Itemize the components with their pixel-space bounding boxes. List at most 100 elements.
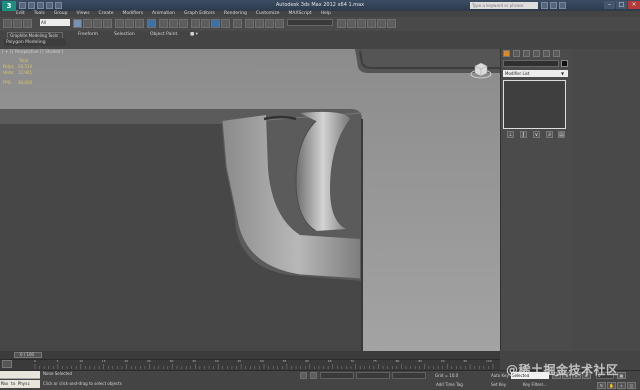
absolute-mode-icon[interactable] <box>310 372 317 379</box>
snaps-toggle-icon[interactable] <box>191 19 200 28</box>
align-icon[interactable] <box>255 19 264 28</box>
pivot-center-icon[interactable] <box>159 19 168 28</box>
maximize-viewport-icon[interactable]: ◱ <box>627 382 636 389</box>
mini-curve-editor-icon[interactable] <box>2 360 12 368</box>
create-tab-icon[interactable] <box>503 50 510 57</box>
z-coordinate-field[interactable] <box>392 372 426 379</box>
set-key-button[interactable]: Set Key <box>491 382 506 387</box>
app-logo-icon[interactable]: 3 <box>2 1 16 11</box>
pin-stack-icon[interactable]: ⊥ <box>507 131 514 138</box>
curve-editor-icon[interactable] <box>337 19 346 28</box>
ribbon-panel-polygon-modeling[interactable]: Polygon Modeling <box>4 39 66 46</box>
display-tab-icon[interactable] <box>543 50 550 57</box>
named-selection-set-dropdown[interactable] <box>287 19 333 26</box>
menu-edit[interactable]: Edit <box>16 10 25 17</box>
help-icon[interactable] <box>559 2 566 9</box>
new-file-icon[interactable] <box>19 2 26 9</box>
add-time-tag-button[interactable]: Add Time Tag <box>436 382 463 387</box>
viewport-label[interactable]: [ + ] [ Perspective ] [ Shaded ] <box>2 49 63 54</box>
remove-modifier-icon[interactable]: ∂ <box>546 131 553 138</box>
menu-graph-editors[interactable]: Graph Editors <box>184 10 215 17</box>
orbit-icon[interactable]: ↻ <box>597 382 606 389</box>
modify-tab-icon[interactable] <box>513 50 520 57</box>
lock-selection-icon[interactable] <box>300 372 307 379</box>
move-icon[interactable] <box>115 19 124 28</box>
zoom-icon[interactable]: ⌕ <box>617 382 626 389</box>
maxscript-mini-listener[interactable]: Max to Physc <box>0 380 40 388</box>
maximize-button[interactable]: □ <box>616 1 627 9</box>
render-production-icon[interactable] <box>387 19 396 28</box>
mirror-icon[interactable] <box>245 19 254 28</box>
track-tick-label: 80 <box>395 359 400 363</box>
percent-snap-icon[interactable] <box>211 19 220 28</box>
spinner-snap-icon[interactable] <box>221 19 230 28</box>
frame-counter: 0 / 100 <box>20 352 35 357</box>
open-file-icon[interactable] <box>28 2 35 9</box>
utilities-tab-icon[interactable] <box>553 50 560 57</box>
scale-icon[interactable] <box>135 19 144 28</box>
track-tick-label: 45 <box>237 359 242 363</box>
redo-icon[interactable] <box>55 2 62 9</box>
window-crossing-icon[interactable] <box>103 19 112 28</box>
menu-animation[interactable]: Animation <box>152 10 175 17</box>
configure-modifier-sets-icon[interactable]: ▤ <box>558 131 565 138</box>
menu-maxscript[interactable]: MAXScript <box>289 10 312 17</box>
make-unique-icon[interactable]: ∨ <box>533 131 540 138</box>
selection-filter-dropdown[interactable]: All <box>40 19 70 26</box>
edit-named-selection-icon[interactable] <box>233 19 242 28</box>
save-file-icon[interactable] <box>37 2 44 9</box>
viewcube-icon[interactable] <box>470 61 492 79</box>
menu-tools[interactable]: Tools <box>34 10 45 17</box>
unlink-icon[interactable] <box>13 19 22 28</box>
rotate-icon[interactable] <box>125 19 134 28</box>
perspective-viewport[interactable]: [ + ] [ Perspective ] [ Shaded ] Total P… <box>0 49 500 351</box>
rendered-frame-icon[interactable] <box>377 19 386 28</box>
menu-modifiers[interactable]: Modifiers <box>123 10 144 17</box>
tab-graphite-modeling-tools[interactable]: Graphite Modeling Tools <box>7 32 63 38</box>
keyboard-shortcut-icon[interactable] <box>179 19 188 28</box>
menu-rendering[interactable]: Rendering <box>224 10 247 17</box>
y-coordinate-field[interactable] <box>356 372 390 379</box>
tab-object-paint[interactable]: Object Paint <box>150 32 177 37</box>
material-editor-icon[interactable] <box>357 19 366 28</box>
hierarchy-tab-icon[interactable] <box>523 50 530 57</box>
key-filters-button[interactable]: Key Filters... <box>523 382 547 387</box>
x-coordinate-field[interactable] <box>320 372 354 379</box>
render-setup-icon[interactable] <box>367 19 376 28</box>
search-icon[interactable] <box>541 2 548 9</box>
close-button[interactable]: × <box>628 1 640 9</box>
tab-selection[interactable]: Selection <box>114 32 135 37</box>
motion-tab-icon[interactable] <box>533 50 540 57</box>
ribbon-options-icon[interactable]: ■ ▾ <box>190 32 198 37</box>
menu-customize[interactable]: Customize <box>256 10 280 17</box>
pan-icon[interactable]: ✋ <box>607 382 616 389</box>
select-manipulate-icon[interactable] <box>169 19 178 28</box>
menu-help[interactable]: Help <box>321 10 331 17</box>
show-end-result-icon[interactable]: ∥ <box>520 131 527 138</box>
reference-coordinate-icon[interactable] <box>147 19 156 28</box>
menu-create[interactable]: Create <box>99 10 114 17</box>
link-icon[interactable] <box>3 19 12 28</box>
layer-manager-icon[interactable] <box>265 19 274 28</box>
undo-icon[interactable] <box>46 2 53 9</box>
object-color-swatch[interactable] <box>561 60 568 67</box>
minimize-button[interactable]: – <box>604 1 615 9</box>
search-input[interactable]: Type a keyword or phrase <box>470 2 538 9</box>
menu-views[interactable]: Views <box>77 10 90 17</box>
object-name-field[interactable] <box>503 60 559 67</box>
chevron-down-icon: ▼ <box>561 71 565 76</box>
time-slider[interactable] <box>0 351 500 359</box>
bind-space-warp-icon[interactable] <box>23 19 32 28</box>
modifier-stack[interactable] <box>503 80 566 129</box>
schematic-view-icon[interactable] <box>347 19 356 28</box>
subscription-icon[interactable] <box>550 2 557 9</box>
menu-group[interactable]: Group <box>54 10 68 17</box>
modifier-list-dropdown[interactable]: Modifier List <box>503 70 568 77</box>
tab-freeform[interactable]: Freeform <box>78 32 98 37</box>
angle-snap-icon[interactable] <box>201 19 210 28</box>
graphite-toggle-icon[interactable] <box>275 19 284 28</box>
select-object-icon[interactable] <box>73 19 82 28</box>
selection-region-icon[interactable] <box>93 19 102 28</box>
maxscript-listener-top[interactable] <box>0 371 40 379</box>
select-by-name-icon[interactable] <box>83 19 92 28</box>
